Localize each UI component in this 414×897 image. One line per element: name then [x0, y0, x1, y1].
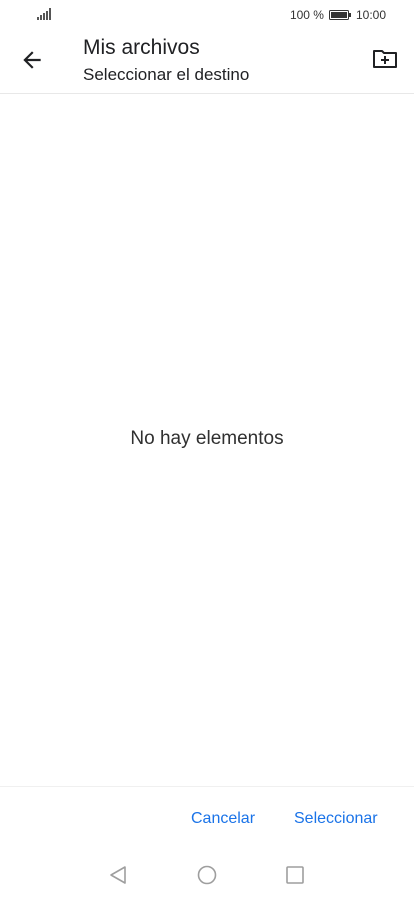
page-subtitle: Seleccionar el destino — [83, 65, 250, 84]
status-bar: 100 % 10:00 — [0, 0, 414, 30]
triangle-back-icon[interactable] — [107, 864, 129, 886]
app-bar: Mis archivos Seleccionar el destino — [0, 30, 414, 94]
file-picker-screen: 100 % 10:00 Mis archivos Seleccionar el … — [0, 0, 414, 897]
signal-icon — [37, 8, 51, 20]
new-folder-icon[interactable] — [372, 47, 398, 71]
empty-state-message: No hay elementos — [130, 428, 284, 449]
arrow-left-icon[interactable] — [19, 47, 45, 73]
page-title: Mis archivos — [83, 36, 200, 59]
circle-home-icon[interactable] — [196, 864, 218, 886]
status-indicators: 100 % 10:00 — [290, 8, 386, 22]
select-button[interactable]: Seleccionar — [294, 810, 378, 828]
cancel-button[interactable]: Cancelar — [191, 810, 255, 828]
status-time: 10:00 — [355, 8, 386, 22]
system-navigation-bar — [0, 852, 414, 897]
battery-percent: 100 % — [289, 8, 324, 22]
square-recents-icon[interactable] — [284, 864, 306, 886]
action-bar-divider — [0, 786, 414, 787]
battery-icon — [328, 10, 351, 20]
